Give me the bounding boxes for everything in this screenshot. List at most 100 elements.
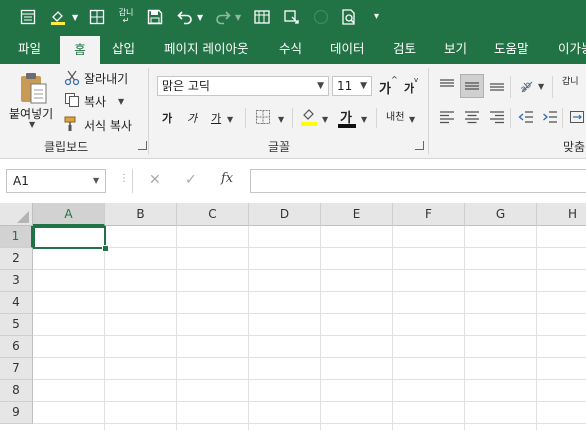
copy-button[interactable]: 복사 (84, 93, 106, 110)
circle-icon[interactable] (310, 5, 332, 29)
fill-handle[interactable] (102, 245, 109, 252)
italic-button[interactable]: 가 (187, 110, 197, 126)
grid-line (392, 226, 393, 430)
column-header[interactable]: F (393, 203, 465, 226)
row-header[interactable]: 6 (0, 336, 33, 358)
chevron-down-icon[interactable]: ▼ (409, 115, 415, 124)
chevron-down-icon[interactable]: ▼ (197, 13, 203, 22)
tab-user[interactable]: 이가능 (558, 34, 586, 64)
undo-icon[interactable] (174, 5, 196, 29)
fill-color-icon[interactable] (46, 5, 70, 29)
bold-button[interactable]: 가 (162, 110, 172, 126)
align-center-icon[interactable] (463, 108, 481, 126)
format-painter-button[interactable]: 서식 복사 (84, 117, 132, 134)
font-size-combo[interactable]: 11 ▼ (332, 76, 372, 96)
cancel-icon[interactable]: ✕ (149, 172, 161, 188)
tab-help[interactable]: 도움말 (494, 34, 529, 64)
chevron-down-icon[interactable]: ▼ (227, 115, 233, 124)
chevron-down-icon[interactable]: ▼ (322, 115, 328, 124)
align-middle-icon[interactable] (460, 74, 484, 98)
column-header[interactable]: B (105, 203, 177, 226)
grid-line (33, 313, 586, 314)
column-header[interactable]: A (33, 203, 105, 226)
orientation-icon[interactable]: ab (517, 76, 535, 94)
touch-mode-icon[interactable] (281, 5, 303, 29)
tab-file[interactable]: 파일 (18, 34, 41, 64)
chevron-down-icon[interactable]: ▼ (235, 13, 241, 22)
tab-page-layout[interactable]: 페이지 레이아웃 (164, 34, 248, 64)
grow-font-button[interactable]: 가 (379, 78, 391, 97)
column-header[interactable]: E (321, 203, 393, 226)
cut-button[interactable]: 잘라내기 (84, 70, 128, 87)
row-header[interactable]: 7 (0, 358, 33, 380)
fill-color-icon[interactable] (300, 106, 318, 128)
border-icon[interactable] (254, 108, 272, 126)
tab-review[interactable]: 검토 (393, 34, 416, 64)
row-header[interactable]: 1 (0, 226, 33, 248)
column-header[interactable]: G (465, 203, 537, 226)
grid-line (536, 226, 537, 430)
cut-icon[interactable] (64, 70, 80, 86)
redo-icon[interactable] (212, 5, 234, 29)
chevron-down-icon[interactable]: ▼ (29, 120, 35, 129)
chevron-down-icon[interactable]: ▼ (118, 97, 124, 106)
save-icon[interactable] (144, 5, 166, 29)
row-header[interactable]: 3 (0, 270, 33, 292)
chevron-down-icon[interactable]: ▼ (72, 13, 78, 22)
customize-qat-icon[interactable]: ▾ (374, 11, 379, 22)
font-launcher-icon[interactable] (415, 141, 424, 150)
grid-line (33, 401, 586, 402)
form-icon[interactable] (16, 5, 40, 29)
align-top-icon[interactable] (438, 76, 456, 94)
wrap-text-icon[interactable]: 갑니 ↵ (115, 5, 137, 29)
font-name-combo[interactable]: 맑은 고딕 ▼ (157, 76, 329, 96)
grid-line (248, 226, 249, 430)
tab-home[interactable]: 홈 (60, 36, 100, 64)
phonetic-button[interactable]: 내천 (386, 108, 404, 123)
row-header[interactable]: 8 (0, 380, 33, 402)
formula-input[interactable] (250, 169, 586, 193)
row-header[interactable]: 2 (0, 248, 33, 270)
tab-insert[interactable]: 삽입 (112, 34, 135, 64)
increase-indent-icon[interactable] (541, 108, 559, 126)
filter-icon[interactable] (338, 5, 360, 29)
align-left-icon[interactable] (438, 108, 456, 126)
row-header[interactable]: 9 (0, 402, 33, 424)
tab-view[interactable]: 보기 (444, 34, 467, 64)
chevron-down-icon[interactable]: ▼ (93, 176, 99, 185)
column-header[interactable]: H (537, 203, 586, 226)
row-header[interactable]: 4 (0, 292, 33, 314)
tab-data[interactable]: 데이터 (330, 34, 365, 64)
tab-formulas[interactable]: 수식 (279, 34, 302, 64)
decrease-indent-icon[interactable] (517, 108, 535, 126)
copy-icon[interactable] (64, 92, 80, 108)
clipboard-launcher-icon[interactable] (138, 141, 147, 150)
chevron-down-icon[interactable]: ▼ (361, 115, 367, 124)
shrink-font-button[interactable]: 가 (404, 80, 414, 96)
chevron-down-icon[interactable]: ▼ (278, 115, 284, 124)
paste-icon[interactable] (16, 70, 50, 106)
selected-cell[interactable] (33, 226, 106, 249)
chevron-down-icon[interactable]: ▼ (538, 82, 544, 91)
enter-icon[interactable]: ✓ (185, 172, 197, 188)
select-all-corner[interactable] (0, 203, 33, 226)
print-preview-icon[interactable] (251, 5, 273, 29)
column-header[interactable]: D (249, 203, 321, 226)
name-box[interactable]: A1 ▼ (6, 169, 106, 193)
grid-line (33, 423, 586, 424)
formula-bar: A1 ▼ ⋮ ✕ ✓ fx (0, 159, 586, 203)
grid-line (104, 226, 105, 430)
wrap-text-button[interactable]: 갑니 (562, 78, 579, 87)
underline-button[interactable]: 가 (211, 110, 221, 126)
fx-icon[interactable]: fx (221, 171, 233, 186)
row-header[interactable]: 5 (0, 314, 33, 336)
more-options-icon[interactable]: ⋮ (119, 173, 129, 184)
format-painter-icon[interactable] (64, 116, 80, 132)
align-bottom-icon[interactable] (488, 76, 506, 94)
align-right-icon[interactable] (488, 108, 506, 126)
border-icon[interactable] (86, 5, 108, 29)
grid-line (33, 247, 586, 248)
ribbon-home: 붙여넣기 ▼ 잘라내기 복사 ▼ 서식 복사 클립보드 맑은 고딕 ▼ 11 ▼… (0, 64, 586, 159)
merge-cells-icon[interactable] (568, 108, 586, 126)
column-header[interactable]: C (177, 203, 249, 226)
